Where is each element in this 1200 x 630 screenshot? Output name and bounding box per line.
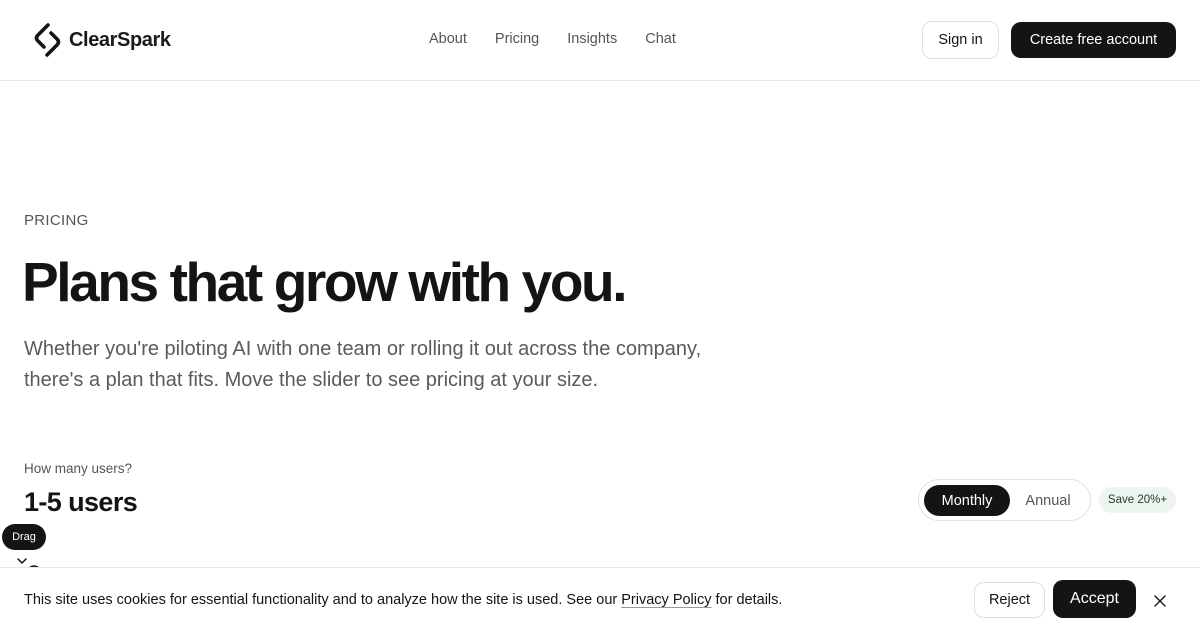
nav-insights[interactable]: Insights (567, 31, 617, 47)
cookie-banner: This site uses cookies for essential fun… (0, 567, 1200, 630)
site-header: ClearSpark About Pricing Insights Chat S… (0, 0, 1200, 81)
privacy-policy-link[interactable]: Privacy Policy (621, 592, 711, 608)
nav-about[interactable]: About (429, 31, 467, 47)
page-lede: Whether you're piloting AI with one team… (24, 338, 702, 391)
page-title: Plans that grow with you. (22, 251, 627, 313)
main-nav: About Pricing Insights Chat (429, 31, 676, 47)
cookie-text-start: This site uses cookies for essential fun… (24, 592, 622, 608)
accept-cookies-button[interactable]: Accept (1053, 580, 1136, 618)
close-icon[interactable] (1151, 592, 1169, 610)
create-account-button[interactable]: Create free account (1011, 22, 1176, 58)
nav-chat[interactable]: Chat (645, 31, 676, 47)
billing-toggle: Monthly Annual (918, 479, 1091, 521)
drag-tooltip: Drag (2, 524, 46, 550)
save-badge: Save 20%+ (1099, 487, 1176, 513)
sign-in-button[interactable]: Sign in (922, 21, 999, 59)
brand-logo[interactable]: ClearSpark (32, 22, 171, 58)
section-eyebrow: PRICING (24, 212, 89, 229)
billing-annual-option[interactable]: Annual (1014, 485, 1082, 516)
cookie-text-end: for details. (711, 592, 783, 608)
cookie-message: This site uses cookies for essential fun… (24, 592, 782, 608)
brand-name: ClearSpark (69, 28, 171, 51)
users-value: 1-5 users (24, 487, 138, 517)
billing-monthly-option[interactable]: Monthly (924, 485, 1010, 516)
reject-cookies-button[interactable]: Reject (974, 582, 1045, 618)
nav-pricing[interactable]: Pricing (495, 31, 539, 47)
users-label: How many users? (24, 461, 133, 476)
spark-logo-icon (34, 23, 61, 57)
